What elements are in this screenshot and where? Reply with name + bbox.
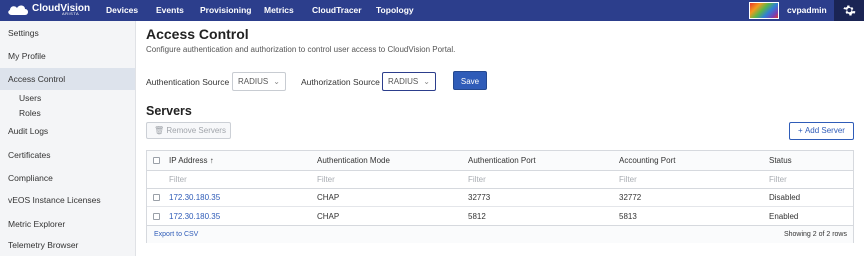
sidebar-item-veos-licenses[interactable]: vEOS Instance Licenses xyxy=(0,189,135,211)
col-auth-mode[interactable]: Authentication Mode xyxy=(317,151,390,170)
col-auth-port[interactable]: Authentication Port xyxy=(468,151,536,170)
auth-mode-cell: CHAP xyxy=(317,211,340,221)
authz-source-value: RADIUS xyxy=(388,77,419,86)
table-row[interactable]: 172.30.180.35 CHAP 32773 32772 Disabled xyxy=(147,189,853,207)
add-server-button[interactable]: + Add Server xyxy=(789,122,854,140)
row-checkbox[interactable] xyxy=(153,207,160,225)
sort-asc-icon: ↑ xyxy=(209,156,214,165)
authz-source-select[interactable]: RADIUS ⌄ xyxy=(382,72,436,91)
col-status[interactable]: Status xyxy=(769,151,792,170)
table-header-row: IP Address ↑ Authentication Mode Authent… xyxy=(147,151,853,171)
filter-acct-port[interactable]: Filter xyxy=(619,171,637,188)
nav-provisioning[interactable]: Provisioning xyxy=(200,0,251,21)
gear-icon xyxy=(843,5,856,16)
sidebar-item-compliance[interactable]: Compliance xyxy=(0,167,135,189)
settings-button[interactable] xyxy=(834,0,864,21)
status-cell: Enabled xyxy=(769,211,799,221)
acct-port-cell: 5813 xyxy=(619,211,637,221)
auth-source-value: RADIUS xyxy=(238,77,269,86)
auth-port-cell: 32773 xyxy=(468,193,491,202)
add-server-label: Add Server xyxy=(804,126,845,135)
plus-icon: + xyxy=(798,126,805,135)
save-button[interactable]: Save xyxy=(453,71,487,90)
remove-servers-button[interactable]: 🗑 Remove Servers xyxy=(146,122,231,139)
trash-icon: 🗑 xyxy=(154,126,167,135)
servers-table: IP Address ↑ Authentication Mode Authent… xyxy=(146,150,854,243)
col-ip-address[interactable]: IP Address ↑ xyxy=(169,151,214,170)
ip-address-link[interactable]: 172.30.180.35 xyxy=(169,189,220,206)
servers-title: Servers xyxy=(146,104,192,118)
sidebar-item-users[interactable]: Users xyxy=(19,91,41,105)
auth-mode-cell: CHAP xyxy=(317,193,340,202)
page-title: Access Control xyxy=(146,26,249,42)
nav-events[interactable]: Events xyxy=(156,0,184,21)
sidebar-item-telemetry-browser[interactable]: Telemetry Browser xyxy=(0,234,135,256)
remove-servers-label: Remove Servers xyxy=(166,126,226,135)
filter-row: Filter Filter Filter Filter Filter xyxy=(147,171,853,189)
brand-sub: ARISTA xyxy=(62,11,80,16)
chevron-down-icon: ⌄ xyxy=(423,77,430,86)
auth-port-cell: 5812 xyxy=(468,211,486,221)
nav-metrics[interactable]: Metrics xyxy=(264,0,294,21)
username[interactable]: cvpadmin xyxy=(787,0,827,21)
nav-devices[interactable]: Devices xyxy=(106,0,138,21)
row-count: Showing 2 of 2 rows xyxy=(783,231,847,238)
export-csv-link[interactable]: Export to CSV xyxy=(154,226,198,243)
auth-source-select[interactable]: RADIUS ⌄ xyxy=(232,72,286,91)
table-row[interactable]: 172.30.180.35 CHAP 5812 5813 Enabled xyxy=(147,207,853,225)
row-checkbox[interactable] xyxy=(153,189,160,206)
nav-cloudtracer[interactable]: CloudTracer xyxy=(312,0,362,21)
filter-ip[interactable]: Filter xyxy=(169,171,187,188)
sidebar-item-access-control[interactable]: Access Control xyxy=(0,68,135,90)
filter-auth-mode[interactable]: Filter xyxy=(317,171,335,188)
sidebar-item-metric-explorer[interactable]: Metric Explorer xyxy=(0,213,135,235)
avatar[interactable] xyxy=(749,2,779,19)
col-acct-port[interactable]: Accounting Port xyxy=(619,151,675,170)
sidebar-item-certificates[interactable]: Certificates xyxy=(0,144,135,166)
filter-auth-port[interactable]: Filter xyxy=(468,171,486,188)
authz-source-label: Authorization Source : xyxy=(301,77,385,87)
sidebar-item-audit-logs[interactable]: Audit Logs xyxy=(0,120,135,142)
sidebar: Settings My Profile Access Control Users… xyxy=(0,21,136,256)
status-cell: Disabled xyxy=(769,193,801,202)
sidebar-item-settings[interactable]: Settings xyxy=(0,22,135,44)
nav-topology[interactable]: Topology xyxy=(376,0,414,21)
page-description: Configure authentication and authorizati… xyxy=(146,45,456,54)
select-all-checkbox[interactable] xyxy=(153,151,160,170)
table-footer: Export to CSV Showing 2 of 2 rows xyxy=(147,225,853,243)
top-nav-bar: CloudVision ARISTA Devices Events Provis… xyxy=(0,0,864,21)
chevron-down-icon: ⌄ xyxy=(273,77,280,86)
sidebar-item-my-profile[interactable]: My Profile xyxy=(0,45,135,67)
main-content: Access Control Configure authentication … xyxy=(136,21,864,256)
acct-port-cell: 32772 xyxy=(619,193,642,202)
auth-source-label: Authentication Source : xyxy=(146,77,234,87)
ip-address-link[interactable]: 172.30.180.35 xyxy=(169,207,220,225)
sidebar-item-roles[interactable]: Roles xyxy=(19,106,41,120)
filter-status[interactable]: Filter xyxy=(769,171,787,188)
cloud-icon xyxy=(8,5,28,16)
